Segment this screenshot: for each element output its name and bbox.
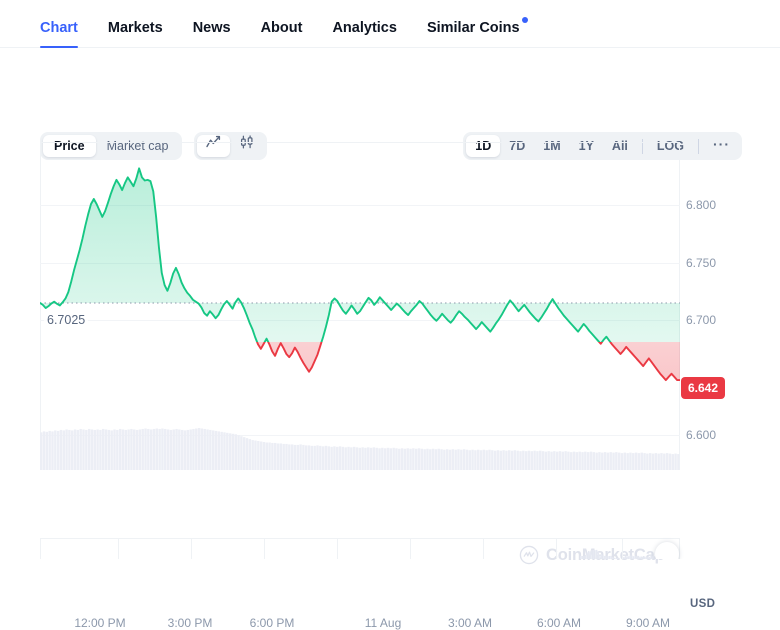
brush-divider-0 <box>40 538 41 559</box>
brush-right-handle[interactable] <box>655 542 679 559</box>
brush-divider-6 <box>483 538 484 559</box>
brush-divider-1 <box>118 538 119 559</box>
tab-similar-coins-label: Similar Coins <box>427 20 520 36</box>
tab-about[interactable]: About <box>261 20 303 47</box>
brush-divider-8 <box>622 538 623 559</box>
tab-news-label: News <box>193 20 231 36</box>
tab-chart[interactable]: Chart <box>40 20 78 47</box>
brush-divider-3 <box>264 538 265 559</box>
x-axis-label-2: 6:00 PM <box>250 616 295 630</box>
tab-markets-label: Markets <box>108 20 163 36</box>
y-axis-label-6700: 6.700 <box>686 313 716 327</box>
brush-preview-chart <box>40 538 680 559</box>
brush-divider-7 <box>556 538 557 559</box>
tab-analytics[interactable]: Analytics <box>332 20 396 47</box>
tab-chart-label: Chart <box>40 20 78 36</box>
tab-news[interactable]: News <box>193 20 231 47</box>
range-brush[interactable] <box>0 528 780 559</box>
area-fill-above-baseline <box>40 168 680 380</box>
brush-divider-9 <box>679 538 680 559</box>
brush-divider-2 <box>191 538 192 559</box>
brush-divider-4 <box>337 538 338 559</box>
chart-toolbar: Price Market cap 1D 7D <box>0 48 780 120</box>
tab-about-label: About <box>261 20 303 36</box>
x-axis-label-6: 9:00 AM <box>626 616 670 630</box>
tab-bar: Chart Markets News About Analytics Simil… <box>0 0 780 48</box>
x-axis-label-0: 12:00 PM <box>74 616 125 630</box>
x-axis-label-5: 6:00 AM <box>537 616 581 630</box>
currency-label: USD <box>690 598 715 610</box>
price-chart[interactable]: 6.7025 6.800 6.750 6.700 6.600 6.642 Coi… <box>0 120 780 520</box>
x-axis-label-4: 3:00 AM <box>448 616 492 630</box>
baseline-price-label: 6.7025 <box>44 312 88 328</box>
current-price-badge: 6.642 <box>681 377 725 399</box>
price-series-svg <box>40 142 680 470</box>
y-axis-label-6750: 6.750 <box>686 256 716 270</box>
y-axis-label-6800: 6.800 <box>686 198 716 212</box>
tab-markets[interactable]: Markets <box>108 20 163 47</box>
x-axis-label-3: 11 Aug <box>365 616 401 630</box>
tab-similar-coins[interactable]: Similar Coins <box>427 20 520 47</box>
brush-divider-5 <box>410 538 411 559</box>
y-axis-label-6600: 6.600 <box>686 428 716 442</box>
new-badge-dot-icon <box>522 17 528 23</box>
x-axis-label-1: 3:00 PM <box>168 616 213 630</box>
volume-bars <box>40 428 680 470</box>
tab-analytics-label: Analytics <box>332 20 396 36</box>
